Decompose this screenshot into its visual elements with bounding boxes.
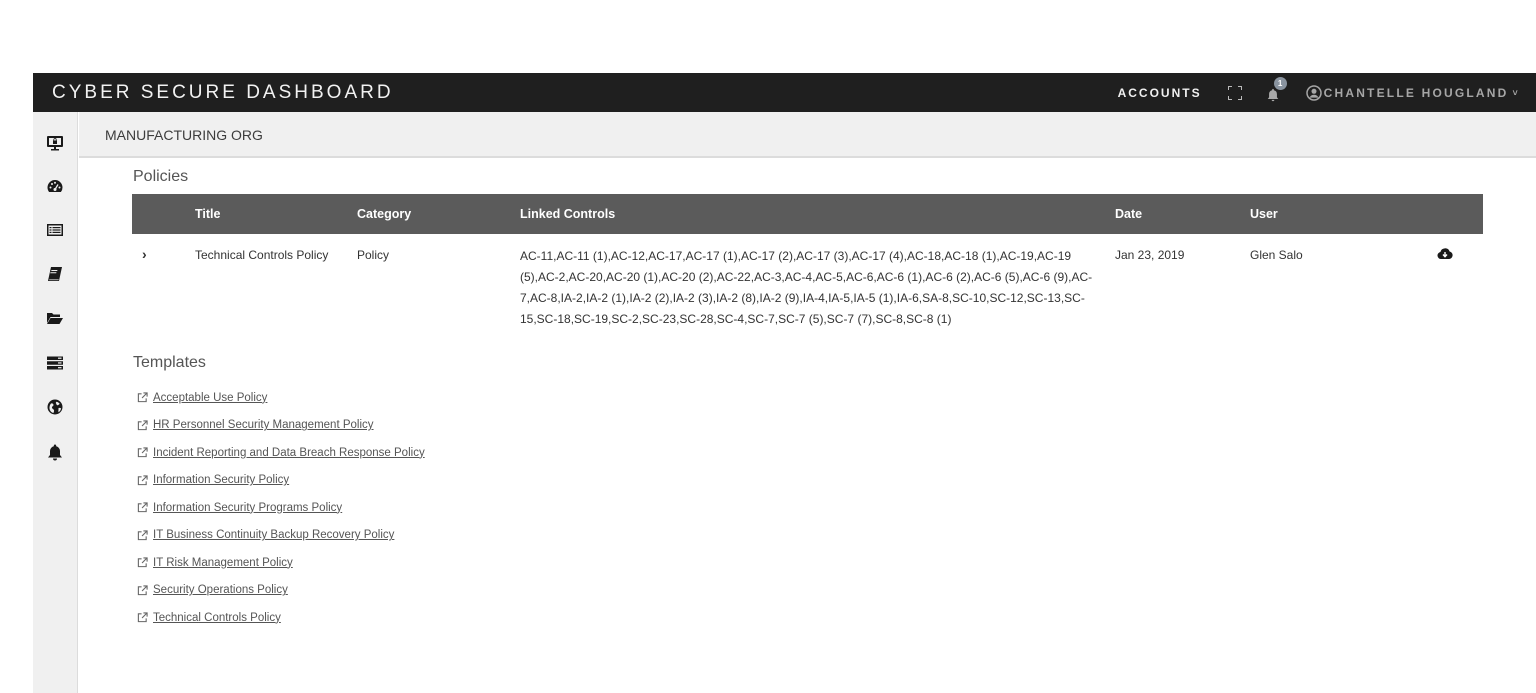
- external-link-icon: [137, 447, 148, 458]
- template-link-text[interactable]: Information Security Policy: [153, 474, 289, 486]
- sidebar: [33, 112, 78, 693]
- external-link-icon: [137, 475, 148, 485]
- template-link-text[interactable]: Security Operations Policy: [153, 584, 288, 596]
- user-circle-icon: [1305, 84, 1322, 101]
- download-button[interactable]: [1437, 247, 1453, 264]
- policy-linked-controls: AC-11,AC-11 (1),AC-12,AC-17,AC-17 (1),AC…: [520, 249, 1093, 326]
- external-link-icon: [137, 392, 148, 403]
- fullscreen-icon[interactable]: [1227, 85, 1242, 100]
- sidebar-item-servers[interactable]: [44, 352, 66, 374]
- external-link-icon: [137, 585, 148, 595]
- monitor-lock-icon: [47, 136, 63, 151]
- template-link-text[interactable]: Technical Controls Policy: [153, 612, 281, 624]
- template-link[interactable]: Information Security Programs Policy: [137, 494, 425, 522]
- template-link-text[interactable]: IT Business Continuity Backup Recovery P…: [153, 529, 394, 541]
- external-link-icon: [137, 530, 148, 540]
- template-link[interactable]: Information Security Policy: [137, 467, 425, 495]
- sidebar-item-dashboard[interactable]: [44, 175, 66, 197]
- user-menu[interactable]: CHANTELLE HOUGLAND ˅: [1305, 84, 1520, 101]
- folder-open-icon: [47, 313, 63, 324]
- template-link[interactable]: Incident Reporting and Data Breach Respo…: [137, 439, 425, 467]
- list-icon: [47, 224, 63, 236]
- template-link[interactable]: Technical Controls Policy: [137, 604, 425, 632]
- template-link[interactable]: Security Operations Policy: [137, 577, 425, 605]
- template-link-text[interactable]: IT Risk Management Policy: [153, 557, 293, 569]
- policies-section-title: Policies: [133, 168, 189, 185]
- sidebar-item-documents[interactable]: [44, 307, 66, 329]
- sidebar-item-monitor[interactable]: [44, 132, 66, 154]
- top-navbar: CYBER SECURE DASHBOARD ACCOUNTS 1 CHANTE…: [33, 73, 1536, 112]
- main-content: Policies Title Category Linked Controls …: [79, 160, 1536, 693]
- chevron-down-icon: ˅: [1512, 87, 1520, 98]
- policies-table: Title Category Linked Controls Date User…: [132, 194, 1483, 334]
- template-link-text[interactable]: Acceptable Use Policy: [153, 392, 267, 404]
- sidebar-item-global[interactable]: [44, 396, 66, 418]
- book-icon: [48, 267, 62, 281]
- table-header: Title Category Linked Controls Date User: [132, 194, 1483, 234]
- templates-list: Acceptable Use Policy HR Personnel Secur…: [137, 384, 425, 632]
- external-link-icon: [137, 420, 148, 430]
- template-link[interactable]: IT Risk Management Policy: [137, 549, 425, 577]
- column-header-title[interactable]: Title: [195, 207, 220, 221]
- template-link[interactable]: Acceptable Use Policy: [137, 384, 425, 412]
- external-link-icon: [137, 612, 148, 623]
- template-link-text[interactable]: Information Security Programs Policy: [153, 502, 342, 514]
- column-header-user[interactable]: User: [1250, 207, 1278, 221]
- external-link-icon: [137, 557, 148, 568]
- template-link-text[interactable]: HR Personnel Security Management Policy: [153, 419, 374, 431]
- globe-icon: [47, 399, 63, 415]
- template-link-text[interactable]: Incident Reporting and Data Breach Respo…: [153, 447, 425, 459]
- policy-date: Jan 23, 2019: [1115, 248, 1185, 262]
- notification-badge: 1: [1273, 76, 1287, 90]
- accounts-link[interactable]: ACCOUNTS: [1118, 86, 1202, 100]
- external-link-icon: [137, 502, 148, 513]
- org-header-bar: MANUFACTURING ORG: [79, 112, 1536, 158]
- policy-title: Technical Controls Policy: [195, 248, 329, 262]
- column-header-date[interactable]: Date: [1115, 207, 1142, 221]
- policy-user: Glen Salo: [1250, 248, 1303, 262]
- template-link[interactable]: HR Personnel Security Management Policy: [137, 412, 425, 440]
- topbar-actions: ACCOUNTS 1 CHANTELLE HOUGLAND ˅: [1118, 73, 1536, 112]
- template-link[interactable]: IT Business Continuity Backup Recovery P…: [137, 522, 425, 550]
- org-name: MANUFACTURING ORG: [105, 127, 263, 143]
- cloud-download-icon: [1437, 248, 1453, 260]
- chevron-right-icon[interactable]: ›: [142, 246, 147, 262]
- sidebar-item-alerts[interactable]: [44, 441, 66, 463]
- policy-category: Policy: [357, 248, 390, 262]
- table-row[interactable]: › Technical Controls Policy Policy AC-11…: [132, 234, 1483, 334]
- bell-icon: [1267, 88, 1278, 101]
- app-brand-title[interactable]: CYBER SECURE DASHBOARD: [52, 82, 394, 104]
- user-name: CHANTELLE HOUGLAND: [1323, 85, 1509, 100]
- sidebar-item-list[interactable]: [44, 219, 66, 241]
- column-header-linked-controls[interactable]: Linked Controls: [520, 207, 615, 221]
- notifications-button[interactable]: 1: [1266, 76, 1287, 101]
- column-header-category[interactable]: Category: [357, 207, 411, 221]
- sidebar-item-policies[interactable]: [44, 263, 66, 285]
- dashboard-gauge-icon: [47, 180, 63, 192]
- app-window: CYBER SECURE DASHBOARD ACCOUNTS 1 CHANTE…: [33, 73, 1536, 693]
- server-icon: [47, 356, 63, 370]
- templates-section-title: Templates: [133, 354, 206, 371]
- bell-icon: [48, 444, 62, 461]
